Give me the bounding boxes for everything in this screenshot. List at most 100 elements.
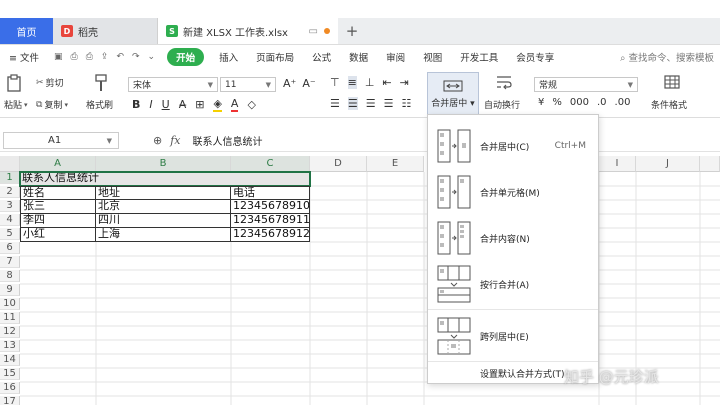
cut-button[interactable]: ✂ 剪切 [36, 76, 64, 90]
menu-item-data[interactable]: 数据 [340, 50, 377, 64]
formula-input[interactable]: 联系人信息统计 [193, 133, 263, 148]
paste-button[interactable]: 粘贴 ▾ [4, 98, 30, 112]
indent-decrease-icon[interactable]: ⇤ [382, 76, 391, 89]
row-header[interactable]: 10 [0, 298, 20, 310]
menu-item-view[interactable]: 视图 [414, 50, 451, 64]
wrap-text-icon[interactable] [495, 74, 513, 90]
clear-format-icon[interactable]: ◇ [247, 98, 255, 111]
column-header-e[interactable]: E [367, 156, 424, 172]
brush-icon[interactable] [94, 74, 108, 92]
column-header-c[interactable]: C [231, 156, 310, 172]
save-icon[interactable]: ▣ [54, 52, 63, 62]
cell-c2[interactable]: 电话 [231, 186, 310, 200]
menu-item-merge-cells[interactable]: 合并单元格(M) [428, 169, 598, 215]
align-center-icon[interactable]: ☰ [347, 97, 358, 110]
cell-b5[interactable]: 上海 [96, 228, 231, 242]
column-header-j[interactable]: J [636, 156, 700, 172]
underline-button[interactable]: U [162, 98, 170, 111]
copy-button[interactable]: ⧉ 复制 ▾ [36, 98, 70, 112]
export-icon[interactable]: ⇪ [101, 52, 109, 62]
menu-file[interactable]: ≡ 文件 [0, 50, 48, 64]
row-header[interactable]: 7 [0, 256, 20, 268]
row-header[interactable]: 3 [0, 200, 20, 212]
menu-item-merge-content[interactable]: 合并内容(N) [428, 215, 598, 261]
column-header-b[interactable]: B [96, 156, 231, 172]
align-bottom-icon[interactable]: ⊥ [365, 76, 375, 89]
increase-decimal-icon[interactable]: .0 [597, 97, 607, 108]
menu-item-insert[interactable]: 插入 [210, 50, 247, 64]
cell-a5[interactable]: 小红 [20, 228, 96, 242]
row-header[interactable]: 2 [0, 186, 20, 198]
align-right-icon[interactable]: ☰ [366, 97, 376, 110]
table-grid-icon[interactable] [664, 75, 680, 89]
thousands-button[interactable]: 000 [570, 97, 589, 108]
tab-file[interactable]: S 新建 XLSX 工作表.xlsx ▭ [158, 18, 338, 44]
strikethrough-icon[interactable]: A̶ [179, 98, 187, 111]
number-format-select[interactable]: 常规 ▼ [534, 77, 638, 92]
row-header[interactable]: 5 [0, 228, 20, 240]
row-header[interactable]: 8 [0, 270, 20, 282]
merge-center-button[interactable]: 合并居中 ▾ [427, 72, 479, 116]
cell-b2[interactable]: 地址 [96, 186, 231, 200]
increase-font-icon[interactable]: A⁺ [283, 77, 296, 90]
menu-item-review[interactable]: 审阅 [377, 50, 414, 64]
align-middle-icon[interactable]: ≡ [347, 76, 357, 89]
column-header-a[interactable]: A [20, 156, 96, 172]
cell-b3[interactable]: 北京 [96, 200, 231, 214]
align-top-icon[interactable]: ⊤ [330, 76, 340, 89]
row-header[interactable]: 13 [0, 340, 20, 352]
column-header-i[interactable]: I [599, 156, 636, 172]
font-color-icon[interactable]: A [230, 97, 239, 112]
percent-button[interactable]: % [552, 97, 562, 108]
justify-icon[interactable]: ☰ [384, 97, 394, 110]
redo-icon[interactable]: ↷ [132, 52, 140, 62]
cell-b4[interactable]: 四川 [96, 214, 231, 228]
menu-start[interactable]: 开始 [167, 48, 205, 66]
decrease-decimal-icon[interactable]: .00 [615, 97, 631, 108]
decrease-font-icon[interactable]: A⁻ [302, 77, 315, 90]
cell-a2[interactable]: 姓名 [20, 186, 96, 200]
bold-button[interactable]: B [132, 98, 140, 111]
format-painter-button[interactable]: 格式刷 [86, 98, 113, 111]
row-header[interactable]: 15 [0, 368, 20, 380]
row-header[interactable]: 16 [0, 382, 20, 394]
column-header-d[interactable]: D [310, 156, 367, 172]
tab-screen-icon[interactable]: ▭ [309, 26, 318, 37]
menu-item-center-across[interactable]: 跨列居中(E) [428, 311, 598, 361]
new-tab-button[interactable]: + [338, 18, 366, 44]
menu-item-formulas[interactable]: 公式 [303, 50, 340, 64]
command-search[interactable]: ⌕ 查找命令、搜索模板 [620, 50, 720, 64]
distributed-icon[interactable]: ☷ [402, 97, 412, 110]
orientation-icon[interactable]: ⇥ [400, 76, 409, 89]
row-header[interactable]: 14 [0, 354, 20, 366]
cell-a1[interactable]: 联系人信息统计 [20, 172, 310, 186]
currency-button[interactable]: ¥ [538, 97, 544, 108]
print-icon[interactable]: ⎙ [86, 52, 93, 62]
paste-big-icon[interactable] [6, 74, 22, 92]
quick-menu-icon[interactable]: ⌄ [148, 52, 156, 62]
row-header[interactable]: 9 [0, 284, 20, 296]
fill-color-icon[interactable]: ◈ [213, 97, 222, 112]
cell-c3[interactable]: 12345678910 [231, 200, 310, 214]
function-icon[interactable]: fx [170, 134, 180, 147]
borders-icon[interactable]: ⊞ [195, 98, 204, 111]
tab-home[interactable]: 首页 [0, 18, 53, 44]
italic-button[interactable]: I [149, 98, 152, 111]
wrap-text-button[interactable]: 自动换行 [484, 98, 520, 111]
cell-a3[interactable]: 张三 [20, 200, 96, 214]
row-header[interactable]: 11 [0, 312, 20, 324]
tab-daoke[interactable]: D 稻壳 [53, 18, 158, 44]
zoom-icon[interactable]: ⊕ [153, 134, 162, 147]
menu-item-developer[interactable]: 开发工具 [451, 50, 507, 64]
align-left-icon[interactable]: ☰ [330, 97, 340, 110]
cell-c4[interactable]: 12345678911 [231, 214, 310, 228]
name-box[interactable]: A1 ▼ [3, 132, 119, 149]
font-size-select[interactable]: 11 ▼ [220, 77, 276, 92]
row-header[interactable]: 6 [0, 242, 20, 254]
cell-a4[interactable]: 李四 [20, 214, 96, 228]
cell-c5[interactable]: 12345678912 [231, 228, 310, 242]
conditional-format-button[interactable]: 条件格式 [651, 98, 687, 111]
font-name-select[interactable]: 宋体 ▼ [128, 77, 218, 92]
select-all-corner[interactable] [0, 156, 20, 172]
menu-item-page-layout[interactable]: 页面布局 [247, 50, 303, 64]
